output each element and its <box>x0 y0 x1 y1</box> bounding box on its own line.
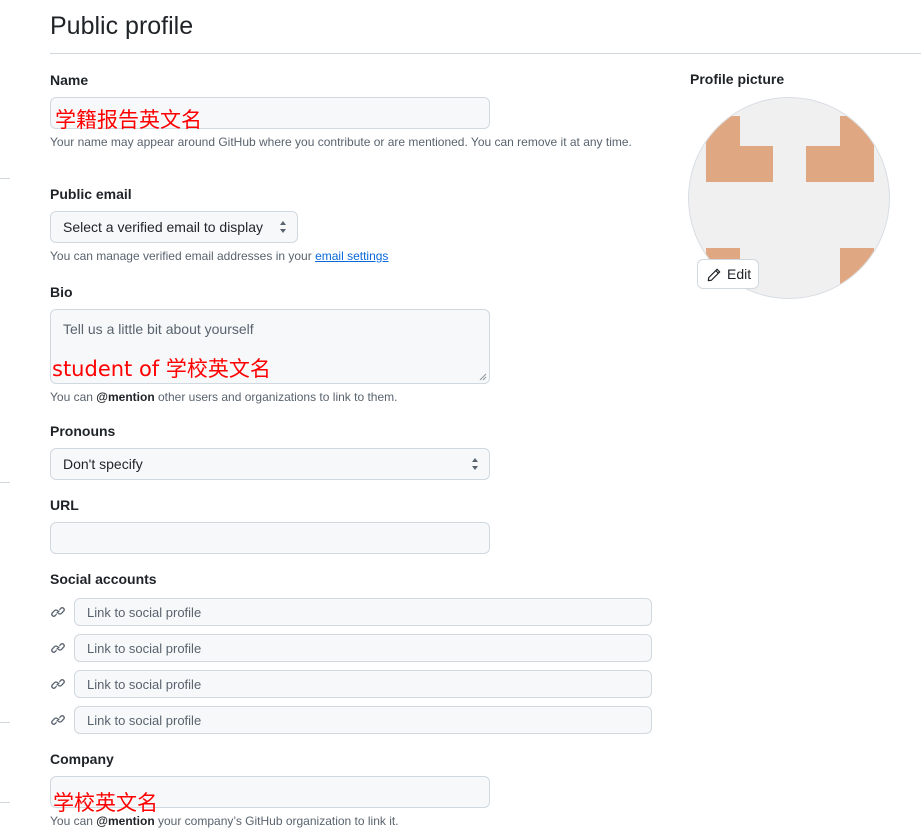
pencil-icon <box>707 268 721 282</box>
link-icon <box>51 607 65 617</box>
social-link-input[interactable]: Link to social profile <box>74 598 652 626</box>
link-icon <box>51 643 65 653</box>
edit-avatar-button[interactable]: Edit <box>697 259 759 289</box>
company-label: Company <box>50 751 114 767</box>
public-email-note: You can manage verified email addresses … <box>50 249 389 263</box>
bio-textarea[interactable]: Tell us a little bit about yourself stud… <box>50 309 490 384</box>
social-row: Link to social profile <box>50 706 652 734</box>
sidebar-edge <box>0 802 10 803</box>
name-value: 学籍报告英文名 <box>55 108 202 132</box>
company-note: You can @mention your company’s GitHub o… <box>50 814 399 828</box>
pronouns-label: Pronouns <box>50 423 116 439</box>
sidebar-edge <box>0 178 10 179</box>
name-label: Name <box>50 72 89 88</box>
pronouns-selected: Don't specify <box>63 456 143 472</box>
name-note: Your name may appear around GitHub where… <box>50 135 632 149</box>
social-link-input[interactable]: Link to social profile <box>74 634 652 662</box>
link-icon <box>51 715 65 725</box>
social-link-input[interactable]: Link to social profile <box>74 706 652 734</box>
bio-placeholder: Tell us a little bit about yourself <box>63 321 254 337</box>
bio-value: student of 学校英文名 <box>52 357 271 381</box>
pronouns-select[interactable]: Don't specify <box>50 448 490 480</box>
sidebar-edge <box>0 482 10 483</box>
social-row: Link to social profile <box>50 634 652 662</box>
url-label: URL <box>50 497 79 513</box>
public-email-selected: Select a verified email to display <box>63 219 263 235</box>
company-input[interactable]: 学校英文名 <box>50 776 490 815</box>
url-input[interactable] <box>50 522 490 554</box>
social-row: Link to social profile <box>50 598 652 626</box>
select-arrows-icon <box>280 221 286 233</box>
bio-note: You can @mention other users and organiz… <box>50 390 398 404</box>
social-link-input[interactable]: Link to social profile <box>74 670 652 698</box>
page-title: Public profile <box>50 12 194 40</box>
public-email-select[interactable]: Select a verified email to display <box>50 211 298 243</box>
sidebar-edge <box>0 722 10 723</box>
public-email-label: Public email <box>50 186 132 202</box>
link-icon <box>51 679 65 689</box>
profile-picture-label: Profile picture <box>690 71 785 87</box>
email-settings-link[interactable]: email settings <box>315 249 388 263</box>
select-arrows-icon <box>472 458 478 470</box>
resize-handle-icon[interactable] <box>479 373 487 381</box>
name-input[interactable]: 学籍报告英文名 <box>50 97 490 132</box>
social-accounts-label: Social accounts <box>50 571 157 587</box>
bio-label: Bio <box>50 284 73 300</box>
title-divider <box>50 53 921 54</box>
social-row: Link to social profile <box>50 670 652 698</box>
